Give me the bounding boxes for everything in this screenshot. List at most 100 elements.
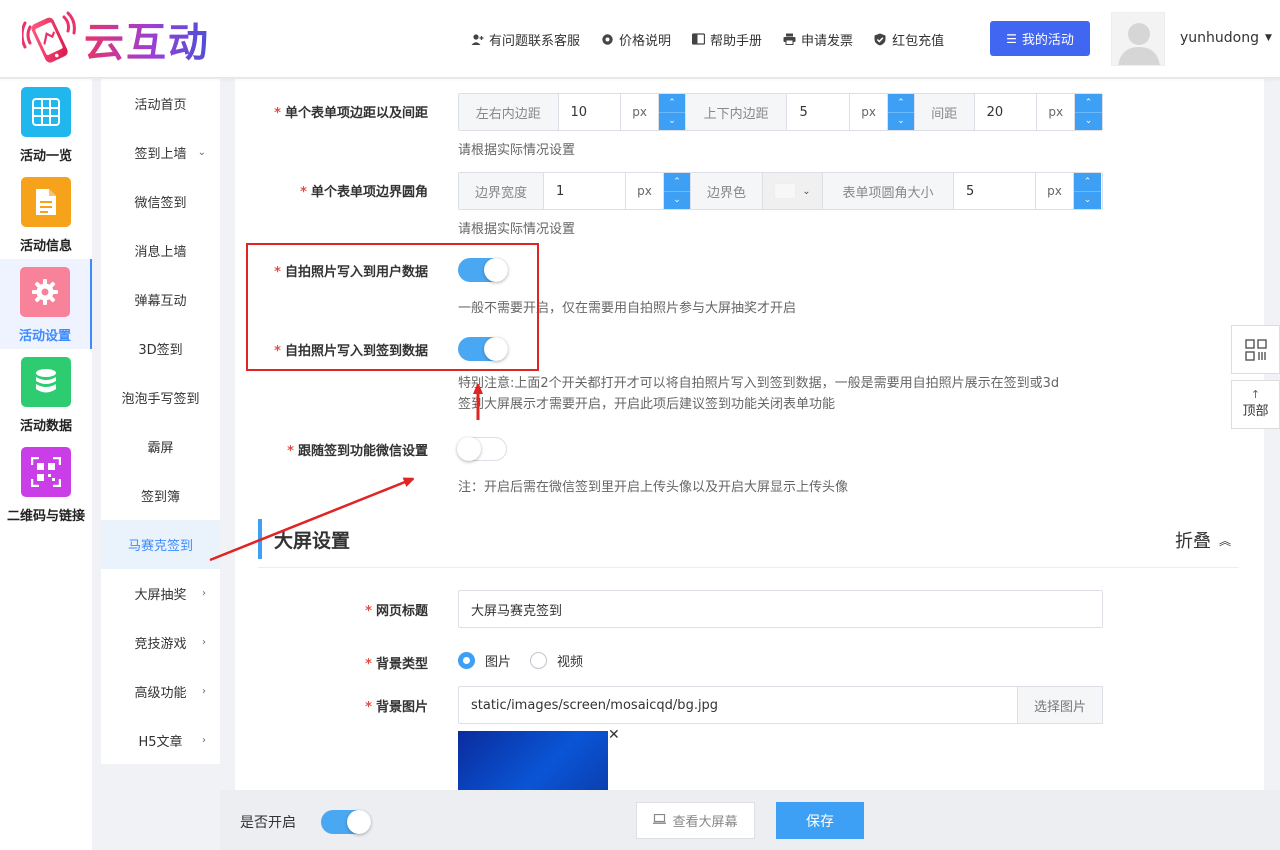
follow-wechat-hint: 注：开启后需在微信签到里开启上传头像以及开启大屏显示上传头像 [458, 480, 849, 495]
selfie-user-hint: 一般不需要开启，仅在需要用自拍照片参与大屏抽奖才开启 [458, 301, 797, 316]
submenu-item-home[interactable]: 活动首页 [101, 79, 220, 128]
radio-dot [530, 652, 547, 669]
submenu-item-wechat-signin[interactable]: 微信签到 [101, 177, 220, 226]
chevron-right-icon: › [202, 735, 206, 746]
submenu-label: 签到上墙 [134, 147, 187, 162]
contact-support-label: 有问题联系客服 [489, 33, 581, 49]
red-packet-recharge-link[interactable]: 红包充值 [873, 30, 944, 49]
help-manual-link[interactable]: 帮助手册 [691, 30, 762, 49]
chevron-down-icon[interactable]: ⌄ [888, 111, 914, 131]
chevron-down-icon[interactable]: ⌄ [1074, 190, 1101, 210]
follow-wechat-label: * 跟随签到功能微信设置 [287, 444, 428, 459]
submenu-item-lottery[interactable]: 大屏抽奖 › [101, 569, 220, 618]
chevron-up-icon[interactable]: ⌃ [664, 173, 690, 191]
submenu-item-bubble-handwrite[interactable]: 泡泡手写签到 [101, 373, 220, 422]
bg-image-path-input[interactable]: static/images/screen/mosaicqd/bg.jpg [458, 686, 1019, 724]
avatar[interactable] [1111, 12, 1165, 66]
chevron-up-icon[interactable]: ⌃ [888, 94, 914, 112]
qrcode-icon [1244, 338, 1267, 361]
padding-lr-unit: px [621, 94, 660, 130]
sidebar-item-label: 二维码与链接 [6, 509, 85, 524]
submenu-item-3d-signin[interactable]: 3D签到 [101, 324, 220, 373]
submenu-label: 弹幕互动 [134, 294, 187, 309]
invoice-label: 申请发票 [801, 33, 854, 49]
chevron-double-up-icon: ︽ [1218, 533, 1231, 548]
chevron-right-icon: › [202, 686, 206, 697]
selfie-signin-hint: 特别注意:上面2个开关都打开才可以将自拍照片写入到签到数据，一般是需要用自拍照片… [458, 376, 1060, 412]
chevron-up-icon[interactable]: ⌃ [1075, 94, 1102, 112]
chevron-up-icon[interactable]: ⌃ [1074, 173, 1101, 191]
sidebar-item-activity-info[interactable]: 活动信息 [0, 169, 92, 259]
top-label: 顶部 [1242, 404, 1269, 419]
printer-icon [782, 32, 796, 46]
gear-icon [600, 32, 614, 46]
brand-logo[interactable]: 云互动 [20, 10, 210, 68]
enabled-label: 是否开启 [240, 815, 296, 831]
sidebar-item-label: 活动设置 [18, 329, 71, 344]
caret-down-icon: ▼ [1265, 33, 1272, 43]
top-header: 云互动 有问题联系客服 价格说明 帮助手册 申请发票 红包充值 ☰ 我的活动 y… [0, 0, 1280, 78]
fold-toggle[interactable]: 折叠 ︽ [1175, 527, 1231, 553]
submenu-item-h5-article[interactable]: H5文章 › [101, 716, 220, 765]
selfie-user-label: * 自拍照片写入到用户数据 [274, 265, 428, 280]
radius-stepper[interactable]: ⌃ ⌄ [1074, 173, 1101, 209]
sidebar-item-activity-settings[interactable]: 活动设置 [0, 259, 92, 349]
page-title-label: * 网页标题 [365, 604, 428, 619]
submenu-item-signin-wall[interactable]: 签到上墙 ⌄ [101, 128, 220, 177]
padding-tb-stepper[interactable]: ⌃ ⌄ [888, 94, 915, 130]
submenu-item-advanced[interactable]: 高级功能 › [101, 667, 220, 716]
padding-lr-input[interactable]: 10 [559, 94, 622, 130]
submenu-label: 3D签到 [138, 343, 183, 358]
sidebar-item-qrcode-links[interactable]: 二维码与链接 [0, 439, 92, 529]
chevron-down-icon[interactable]: ⌄ [659, 111, 685, 131]
close-icon[interactable]: ✕ [608, 727, 620, 743]
my-activity-button[interactable]: ☰ 我的活动 [990, 21, 1090, 56]
submenu-item-games[interactable]: 竞技游戏 › [101, 618, 220, 667]
radius-input[interactable]: 5 [954, 173, 1036, 209]
sidebar-item-activity-list[interactable]: 活动一览 [0, 79, 92, 169]
padding-lr-stepper[interactable]: ⌃ ⌄ [659, 94, 686, 130]
qrcode-float-button[interactable] [1231, 325, 1280, 374]
invoice-link[interactable]: 申请发票 [782, 30, 853, 49]
chevron-up-icon[interactable]: ⌃ [659, 94, 685, 112]
gap-input[interactable]: 20 [975, 94, 1038, 130]
pick-image-button[interactable]: 选择图片 [1017, 686, 1103, 724]
pricing-label: 价格说明 [619, 33, 672, 49]
page-title-input[interactable]: 大屏马赛克签到 [458, 590, 1103, 628]
bg-type-video-radio[interactable]: 视频 [530, 651, 583, 670]
sidebar-item-label: 活动一览 [19, 149, 72, 164]
submenu-label: 签到簿 [140, 490, 180, 505]
list-icon: ☰ [1006, 31, 1017, 46]
chevron-down-icon[interactable]: ⌄ [664, 190, 690, 210]
pricing-link[interactable]: 价格说明 [600, 30, 671, 49]
gap-stepper[interactable]: ⌃ ⌄ [1075, 94, 1102, 130]
padding-tb-input[interactable]: 5 [787, 94, 851, 130]
submenu-item-signin-book[interactable]: 签到簿 [101, 471, 220, 520]
user-menu[interactable]: yunhudong ▼ [1180, 30, 1272, 46]
submenu-item-message-wall[interactable]: 消息上墙 [101, 226, 220, 275]
submenu-item-mosaic-signin[interactable]: 马赛克签到 [101, 520, 220, 569]
selfie-signin-toggle[interactable] [458, 337, 508, 361]
book-icon [691, 32, 705, 46]
chevron-down-icon[interactable]: ⌄ [1075, 111, 1102, 131]
view-screen-button[interactable]: 查看大屏幕 [636, 802, 755, 839]
border-width-input[interactable]: 1 [544, 173, 626, 209]
bg-image-label: * 背景图片 [365, 700, 428, 715]
border-color-picker[interactable]: ⌄ [763, 173, 823, 209]
enabled-toggle[interactable] [321, 810, 371, 834]
save-button[interactable]: 保存 [776, 802, 864, 839]
border-width-stepper[interactable]: ⌃ ⌄ [664, 173, 691, 209]
back-to-top-button[interactable]: ↑ 顶部 [1231, 380, 1280, 429]
border-color-addon: 边界色 [691, 173, 763, 209]
sidebar-item-activity-data[interactable]: 活动数据 [0, 349, 92, 439]
submenu-item-takeover[interactable]: 霸屏 [101, 422, 220, 471]
bg-type-image-radio[interactable]: 图片 [458, 651, 511, 670]
phone-logo-icon [20, 11, 78, 67]
section-divider [258, 567, 1239, 568]
border-width-addon: 边界宽度 [459, 173, 544, 209]
selfie-user-toggle[interactable] [458, 258, 508, 282]
follow-wechat-toggle[interactable] [457, 437, 507, 461]
submenu-item-danmaku[interactable]: 弹幕互动 [101, 275, 220, 324]
contact-support-link[interactable]: 有问题联系客服 [470, 30, 580, 49]
screen-section-title: 大屏设置 [258, 519, 350, 559]
